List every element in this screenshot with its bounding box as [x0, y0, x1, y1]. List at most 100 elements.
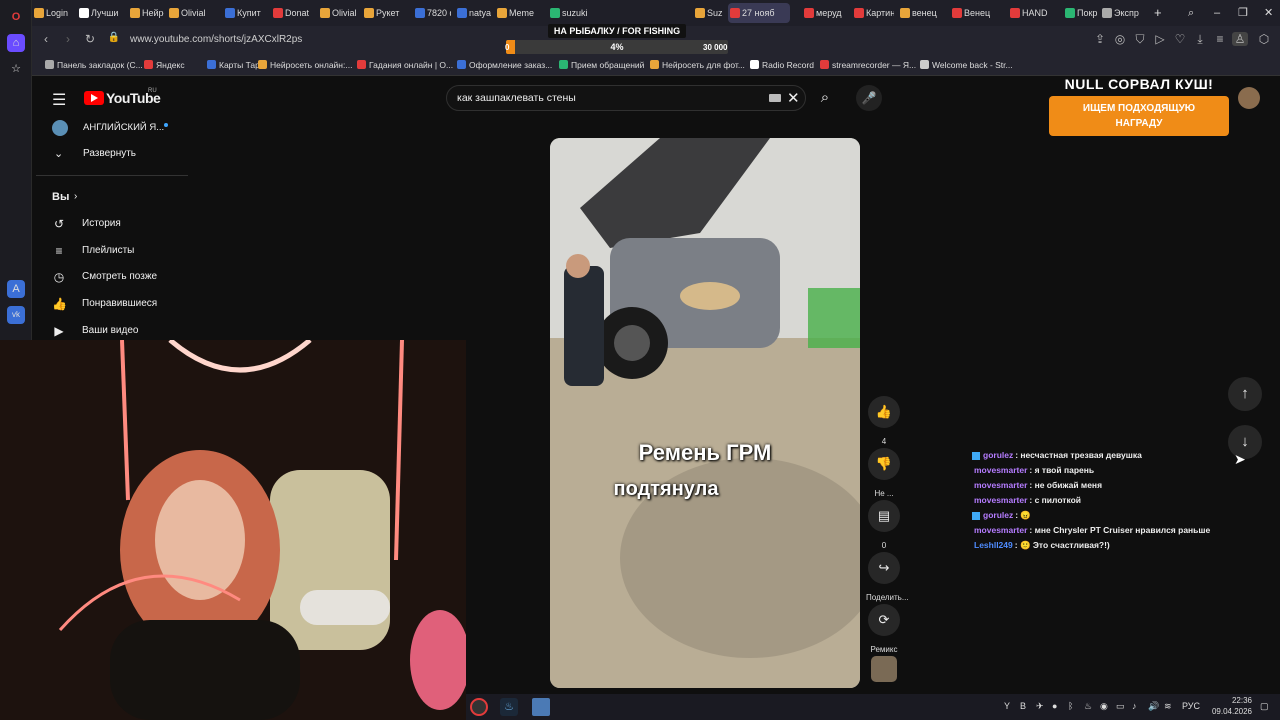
account-avatar[interactable] [1238, 87, 1260, 109]
chat-username[interactable]: Leshll249 [974, 540, 1013, 550]
browser-tab[interactable]: венец [898, 3, 944, 23]
bookmark-item[interactable]: Welcome back - Str... [920, 58, 1013, 72]
app-icon[interactable]: A [7, 280, 25, 298]
star-icon[interactable]: ☆ [7, 60, 25, 78]
chat-username[interactable]: movesmarter [974, 480, 1027, 490]
shield-icon[interactable]: ⛉ [1132, 32, 1148, 47]
bookmark-item[interactable]: Radio Record [750, 58, 814, 72]
browser-tab[interactable]: natyaz [455, 3, 491, 23]
you-section-title[interactable]: Вы [52, 191, 69, 203]
browser-tab[interactable]: Картин [852, 3, 894, 23]
home-icon[interactable]: ⌂ [7, 34, 25, 52]
bookmark-item[interactable]: Нейросеть онлайн:... [258, 58, 352, 72]
search-input[interactable]: как зашпаклевать стены [457, 92, 576, 104]
new-tab-button[interactable]: + [1150, 3, 1168, 23]
browser-tab[interactable]: Экспр [1100, 3, 1150, 23]
notifications-icon[interactable]: ▢ [1260, 701, 1269, 712]
vk-icon[interactable]: vk [7, 306, 25, 324]
keyboard-icon[interactable] [769, 94, 781, 102]
bookmark-item[interactable]: Прием обращений [559, 58, 644, 72]
volume-icon[interactable]: ♪ [1132, 701, 1137, 711]
browser-tab[interactable]: Suzuki [693, 3, 723, 23]
bluetooth-icon[interactable]: ᛒ [1068, 701, 1073, 711]
chat-username[interactable]: gorulez [983, 510, 1013, 520]
steam-icon[interactable]: ♨ [500, 698, 518, 716]
like-button[interactable]: 👍 4 [866, 396, 902, 446]
comments-button[interactable]: ▤ 0 [866, 500, 902, 550]
browser-tab[interactable]: Покра [1063, 3, 1097, 23]
share-icon[interactable]: ⇪ [1092, 32, 1108, 46]
bookmark-item[interactable]: Оформление заказ... [457, 58, 552, 72]
telegram-icon[interactable]: ✈ [1036, 701, 1044, 712]
bookmark-item[interactable]: Яндекс [144, 58, 185, 72]
network-icon[interactable]: ▭ [1116, 701, 1125, 712]
tray-icon[interactable]: Y [1004, 701, 1010, 711]
search-box[interactable]: как зашпаклевать стены ✕ [446, 85, 806, 111]
browser-tab[interactable]: Рукет [362, 3, 404, 23]
chat-username[interactable]: movesmarter [974, 525, 1027, 535]
chevron-down-icon[interactable]: ⌄ [54, 147, 63, 160]
bookmark-item[interactable]: Карты Таро [207, 58, 265, 72]
play-icon[interactable]: ▷ [1152, 32, 1168, 46]
browser-tab[interactable]: HAND [1008, 3, 1048, 23]
menu-icon[interactable]: ≡ [1212, 32, 1228, 46]
tray-icon[interactable]: B [1020, 701, 1026, 711]
bookmark-item[interactable]: Гадания онлайн | О... [357, 58, 453, 72]
dislike-button[interactable]: 👎 Не ... [866, 448, 902, 498]
sidebar-item-playlists[interactable]: ≡ Плейлисты [52, 244, 134, 258]
browser-tab[interactable]: меруд [802, 3, 844, 23]
chat-username[interactable]: movesmarter [974, 495, 1027, 505]
sidebar-item-liked[interactable]: 👍 Понравившиеся [52, 297, 157, 311]
sidebar-item-history[interactable]: ↺ История [52, 217, 121, 231]
search-button[interactable]: ⌕ [812, 85, 838, 111]
browser-tab[interactable]: Венец [950, 3, 1002, 23]
wifi-icon[interactable]: ≋ [1164, 701, 1172, 712]
minimize-icon[interactable]: – [1214, 3, 1228, 23]
chevron-right-icon[interactable]: › [74, 191, 77, 202]
browser-tab[interactable]: 27 нояб [728, 3, 790, 23]
opera-logo-icon[interactable]: O [7, 8, 25, 26]
reload-icon[interactable]: ↻ [82, 32, 98, 46]
forward-icon[interactable]: › [60, 32, 76, 46]
expand-link[interactable]: Развернуть [83, 148, 136, 159]
search-icon[interactable]: ⌕ [1188, 3, 1202, 23]
bookmark-item[interactable]: Нейросеть для фот... [650, 58, 745, 72]
browser-tab[interactable]: Meme [495, 3, 535, 23]
previous-short-arrow-icon[interactable]: ↑ [1228, 377, 1262, 411]
channel-name[interactable]: АНГЛИЙСКИЙ Я... [83, 122, 164, 133]
chat-username[interactable]: gorulez [983, 450, 1013, 460]
tray-icon[interactable]: ● [1052, 701, 1057, 711]
close-window-icon[interactable]: ✕ [1264, 3, 1278, 23]
bookmark-item[interactable]: streamrecorder — Я... [820, 58, 916, 72]
clock[interactable]: 22:36 09.04.2026 [1204, 695, 1252, 717]
camera-icon[interactable]: ◎ [1112, 32, 1128, 46]
sidebar-item-your-videos[interactable]: ▶ Ваши видео [52, 324, 138, 338]
discord-icon[interactable]: ◉ [1100, 701, 1108, 712]
heart-icon[interactable]: ♡ [1172, 32, 1188, 46]
browser-tab[interactable]: Нейро [128, 3, 164, 23]
chat-username[interactable]: movesmarter [974, 465, 1027, 475]
obs-icon[interactable] [470, 698, 488, 716]
browser-tab[interactable]: Лучши [77, 3, 122, 23]
volume-icon[interactable]: 🔊 [1148, 701, 1159, 712]
profile-icon[interactable]: ♙ [1232, 32, 1248, 46]
browser-tab[interactable]: Olivial [167, 3, 213, 23]
window-app-icon[interactable] [532, 698, 550, 716]
channel-avatar[interactable] [52, 120, 68, 136]
bookmark-item[interactable]: Панель закладок (С... [45, 58, 143, 72]
maximize-icon[interactable]: ❐ [1238, 3, 1252, 23]
extensions-icon[interactable]: ⬡ [1256, 32, 1272, 46]
clear-search-icon[interactable]: ✕ [787, 89, 800, 107]
browser-tab[interactable]: Login [32, 3, 68, 23]
back-icon[interactable]: ‹ [38, 32, 54, 46]
sound-thumbnail[interactable] [871, 656, 897, 682]
language-indicator[interactable]: РУС [1182, 701, 1200, 711]
browser-tab[interactable]: Donat [271, 3, 311, 23]
sidebar-item-watch-later[interactable]: ◷ Смотреть позже [52, 270, 157, 284]
browser-tab[interactable]: 7820 ф [413, 3, 451, 23]
shorts-video-player[interactable]: Ремень ГРМ подтянула [550, 138, 860, 688]
voice-search-icon[interactable]: 🎤 [856, 85, 882, 111]
browser-tab[interactable]: Olivial [318, 3, 358, 23]
remix-button[interactable]: ⟳ Ремикс [866, 604, 902, 654]
browser-tab[interactable]: Купит [223, 3, 267, 23]
